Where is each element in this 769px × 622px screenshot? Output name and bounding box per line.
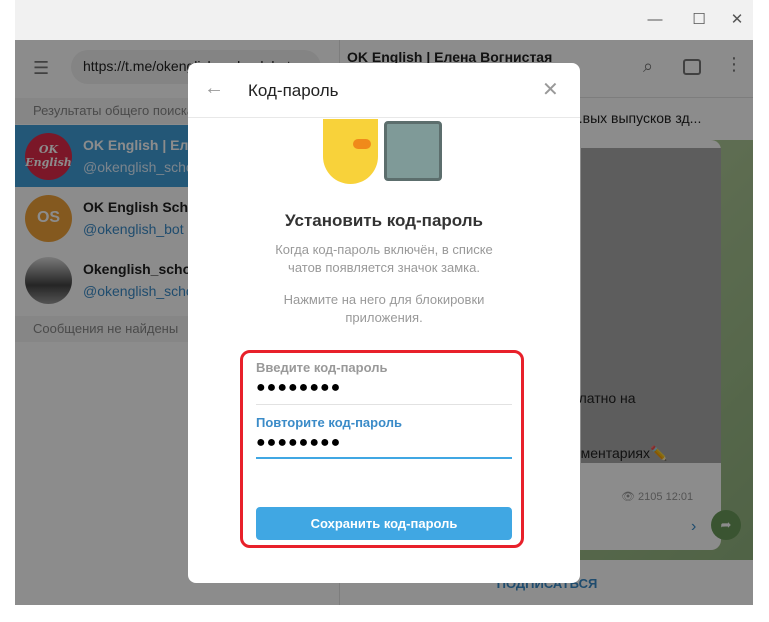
minimize-button[interactable]: — [645,12,665,28]
duck-beak [353,139,371,149]
passcode-dialog: ← Код-пароль ✕ Установить код-пароль Ког… [188,63,580,583]
maximize-button[interactable]: ☐ [689,12,709,28]
dialog-title: Код-пароль [248,81,339,100]
repeat-passcode-label: Повторите код-пароль [256,415,402,430]
close-window-button[interactable]: ✕ [727,12,747,28]
dialog-header: ← Код-пароль ✕ [188,63,580,118]
back-arrow-icon[interactable]: ← [204,77,224,100]
save-passcode-button[interactable]: Сохранить код-пароль [256,507,512,540]
passcode-input[interactable]: ●●●●●●●● [256,379,341,397]
passcode-label: Введите код-пароль [256,360,388,375]
repeat-passcode-input[interactable]: ●●●●●●●● [256,434,341,452]
window-titlebar: — ☐ ✕ [15,0,753,40]
field-divider [256,404,512,405]
duck-sticker-icon [323,119,378,184]
active-field-underline [256,457,512,459]
dialog-description: Когда код-пароль включён, в списке чатов… [275,242,493,275]
safe-icon [384,121,442,181]
dialog-heading: Установить код-пароль [284,211,483,230]
dialog-hint: Нажмите на него для блокировки приложени… [283,292,485,325]
close-icon[interactable]: ✕ [542,77,559,102]
